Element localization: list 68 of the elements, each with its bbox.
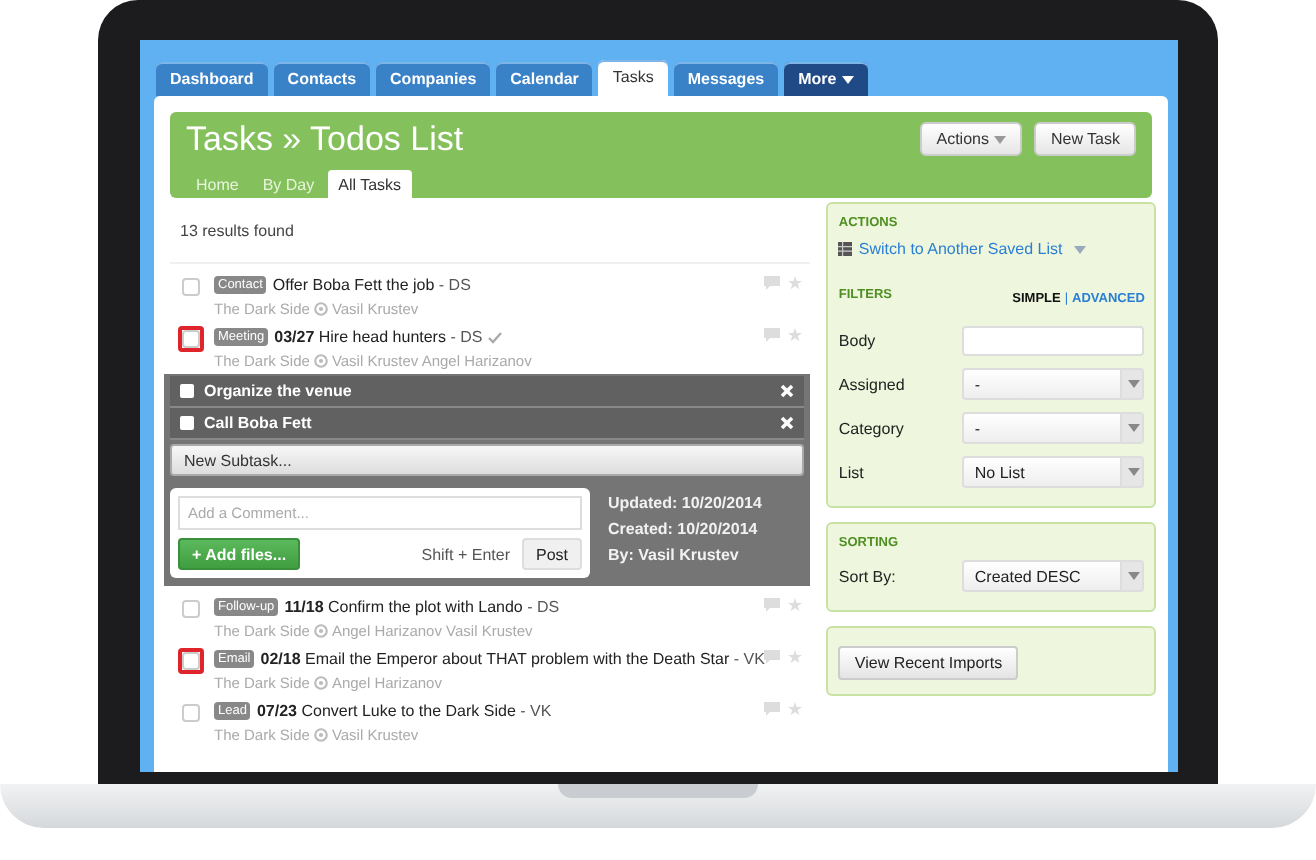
filter-label: Category <box>838 419 904 437</box>
new-subtask-button[interactable]: New Subtask... <box>170 444 805 476</box>
subtask-label: Organize the venue <box>204 382 354 400</box>
caret-icon <box>1074 245 1087 253</box>
list-icon <box>838 242 853 256</box>
task-meta-text: Updated: 10/20/2014 <box>608 492 762 514</box>
comment-icon[interactable] <box>764 650 781 664</box>
nav-tab[interactable]: Calendar <box>496 62 593 96</box>
task-checkbox[interactable] <box>182 600 200 618</box>
comment-icon[interactable] <box>764 328 781 342</box>
close-icon[interactable] <box>780 416 795 430</box>
page-title: Tasks » Todos List <box>186 119 464 159</box>
subtask-label: Call Boba Fett <box>204 414 314 432</box>
subtask-row[interactable]: Organize the venue <box>170 376 805 408</box>
task-checkbox[interactable] <box>182 704 200 722</box>
task-checkbox[interactable] <box>182 278 200 296</box>
select-field[interactable]: No List <box>962 456 1145 488</box>
select-field[interactable]: - <box>962 412 1145 444</box>
task-title[interactable]: Offer Boba Fett the job - DS <box>272 276 471 294</box>
company-icon <box>313 624 328 638</box>
caret-icon <box>842 75 855 84</box>
nav-tab[interactable]: Dashboard <box>156 62 268 96</box>
caret-icon <box>1128 572 1141 580</box>
shortcut-hint: Shift + Enter <box>419 545 510 563</box>
filter-label: Body <box>838 331 876 349</box>
star-icon[interactable] <box>788 328 803 342</box>
nav-tab[interactable]: Contacts <box>273 62 371 96</box>
star-icon[interactable] <box>788 276 803 290</box>
nav-tab[interactable]: Messages <box>673 62 779 96</box>
company-icon <box>313 728 328 742</box>
subtask-checkbox[interactable] <box>180 416 194 430</box>
sub-tab[interactable]: All Tasks <box>328 170 412 202</box>
task-title[interactable]: 03/27 Hire head hunters - DS <box>274 328 483 346</box>
task-title[interactable]: 11/18 Confirm the plot with Lando - DS <box>284 598 560 616</box>
new-task-button[interactable]: New Task <box>1034 122 1136 156</box>
post-button[interactable]: Post <box>521 538 582 570</box>
star-icon[interactable] <box>788 650 803 664</box>
task-meta-text: By: Vasil Krustev <box>608 544 741 566</box>
subtask-checkbox[interactable] <box>180 384 194 398</box>
task-meta-text: Created: 10/20/2014 <box>608 518 760 540</box>
filter-label: Assigned <box>838 375 905 393</box>
caret-icon <box>1128 380 1141 388</box>
company-icon <box>313 354 328 368</box>
company-icon <box>313 302 328 316</box>
filter-label: List <box>838 463 864 481</box>
task-title[interactable]: 07/23 Convert Luke to the Dark Side - VK <box>256 702 552 720</box>
subtask-row[interactable]: Call Boba Fett <box>170 408 805 440</box>
caret-icon <box>1128 424 1141 432</box>
text-field[interactable] <box>962 325 1145 355</box>
comment-icon[interactable] <box>764 598 781 612</box>
close-icon[interactable] <box>780 384 795 398</box>
star-icon[interactable] <box>788 702 803 716</box>
star-icon[interactable] <box>788 598 803 612</box>
task-title[interactable]: 02/18 Email the Emperor about THAT problem with the Death Star - VK <box>260 650 765 668</box>
sort-label: Sort By: <box>838 567 896 585</box>
company-icon <box>313 676 328 690</box>
view-imports-button[interactable]: View Recent Imports <box>838 646 1019 680</box>
select-field[interactable]: - <box>962 368 1145 400</box>
nav-tab[interactable]: More <box>784 62 869 96</box>
caret-icon <box>1128 468 1141 476</box>
sort-select-field[interactable]: Created DESC <box>962 560 1145 592</box>
nav-tab[interactable]: Tasks <box>598 60 668 96</box>
actions-dropdown-button[interactable]: Actions <box>920 122 1023 156</box>
switch-list-link[interactable]: Switch to Another Saved List <box>858 240 1063 258</box>
results-count: 13 results found <box>170 198 811 264</box>
comment-icon[interactable] <box>764 276 781 290</box>
comment-icon[interactable] <box>764 702 781 716</box>
nav-tab[interactable]: Companies <box>376 62 491 96</box>
